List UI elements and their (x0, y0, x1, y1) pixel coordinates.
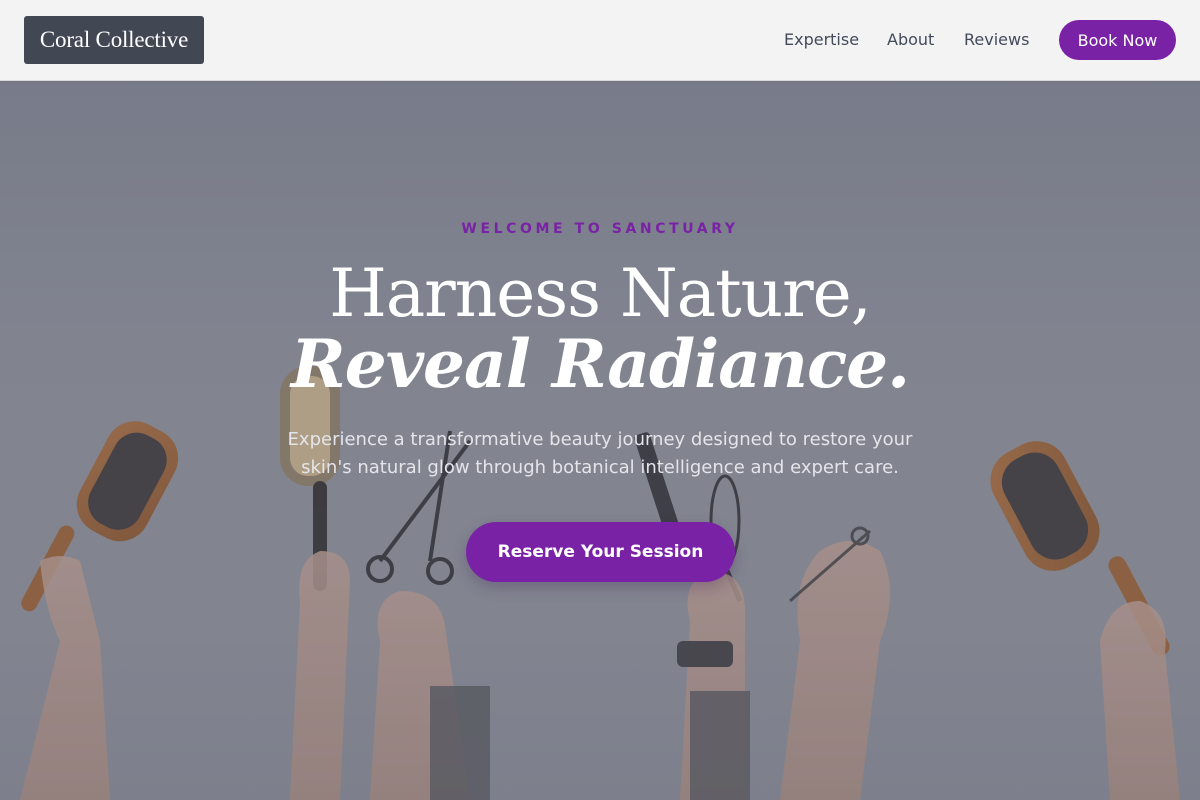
nav-link-reviews[interactable]: Reviews (964, 28, 1029, 52)
hero-subtitle: Experience a transformative beauty journ… (287, 429, 913, 478)
book-now-button[interactable]: Book Now (1059, 20, 1176, 60)
hero-section: WELCOME TO SANCTUARY Harness Nature, Rev… (0, 81, 1200, 800)
site-header: Coral Collective Expertise About Reviews… (0, 0, 1200, 81)
hero-headline: Harness Nature, Reveal Radiance. (0, 255, 1200, 403)
reserve-session-button[interactable]: Reserve Your Session (466, 522, 735, 582)
nav-link-expertise[interactable]: Expertise (784, 28, 859, 52)
headline-line-1: Harness Nature, (329, 255, 871, 332)
nav-link-about[interactable]: About (887, 28, 934, 52)
headline-line-2: Reveal Radiance. (290, 325, 910, 403)
hero-eyebrow: WELCOME TO SANCTUARY (461, 221, 739, 237)
logo[interactable]: Coral Collective (24, 16, 204, 64)
